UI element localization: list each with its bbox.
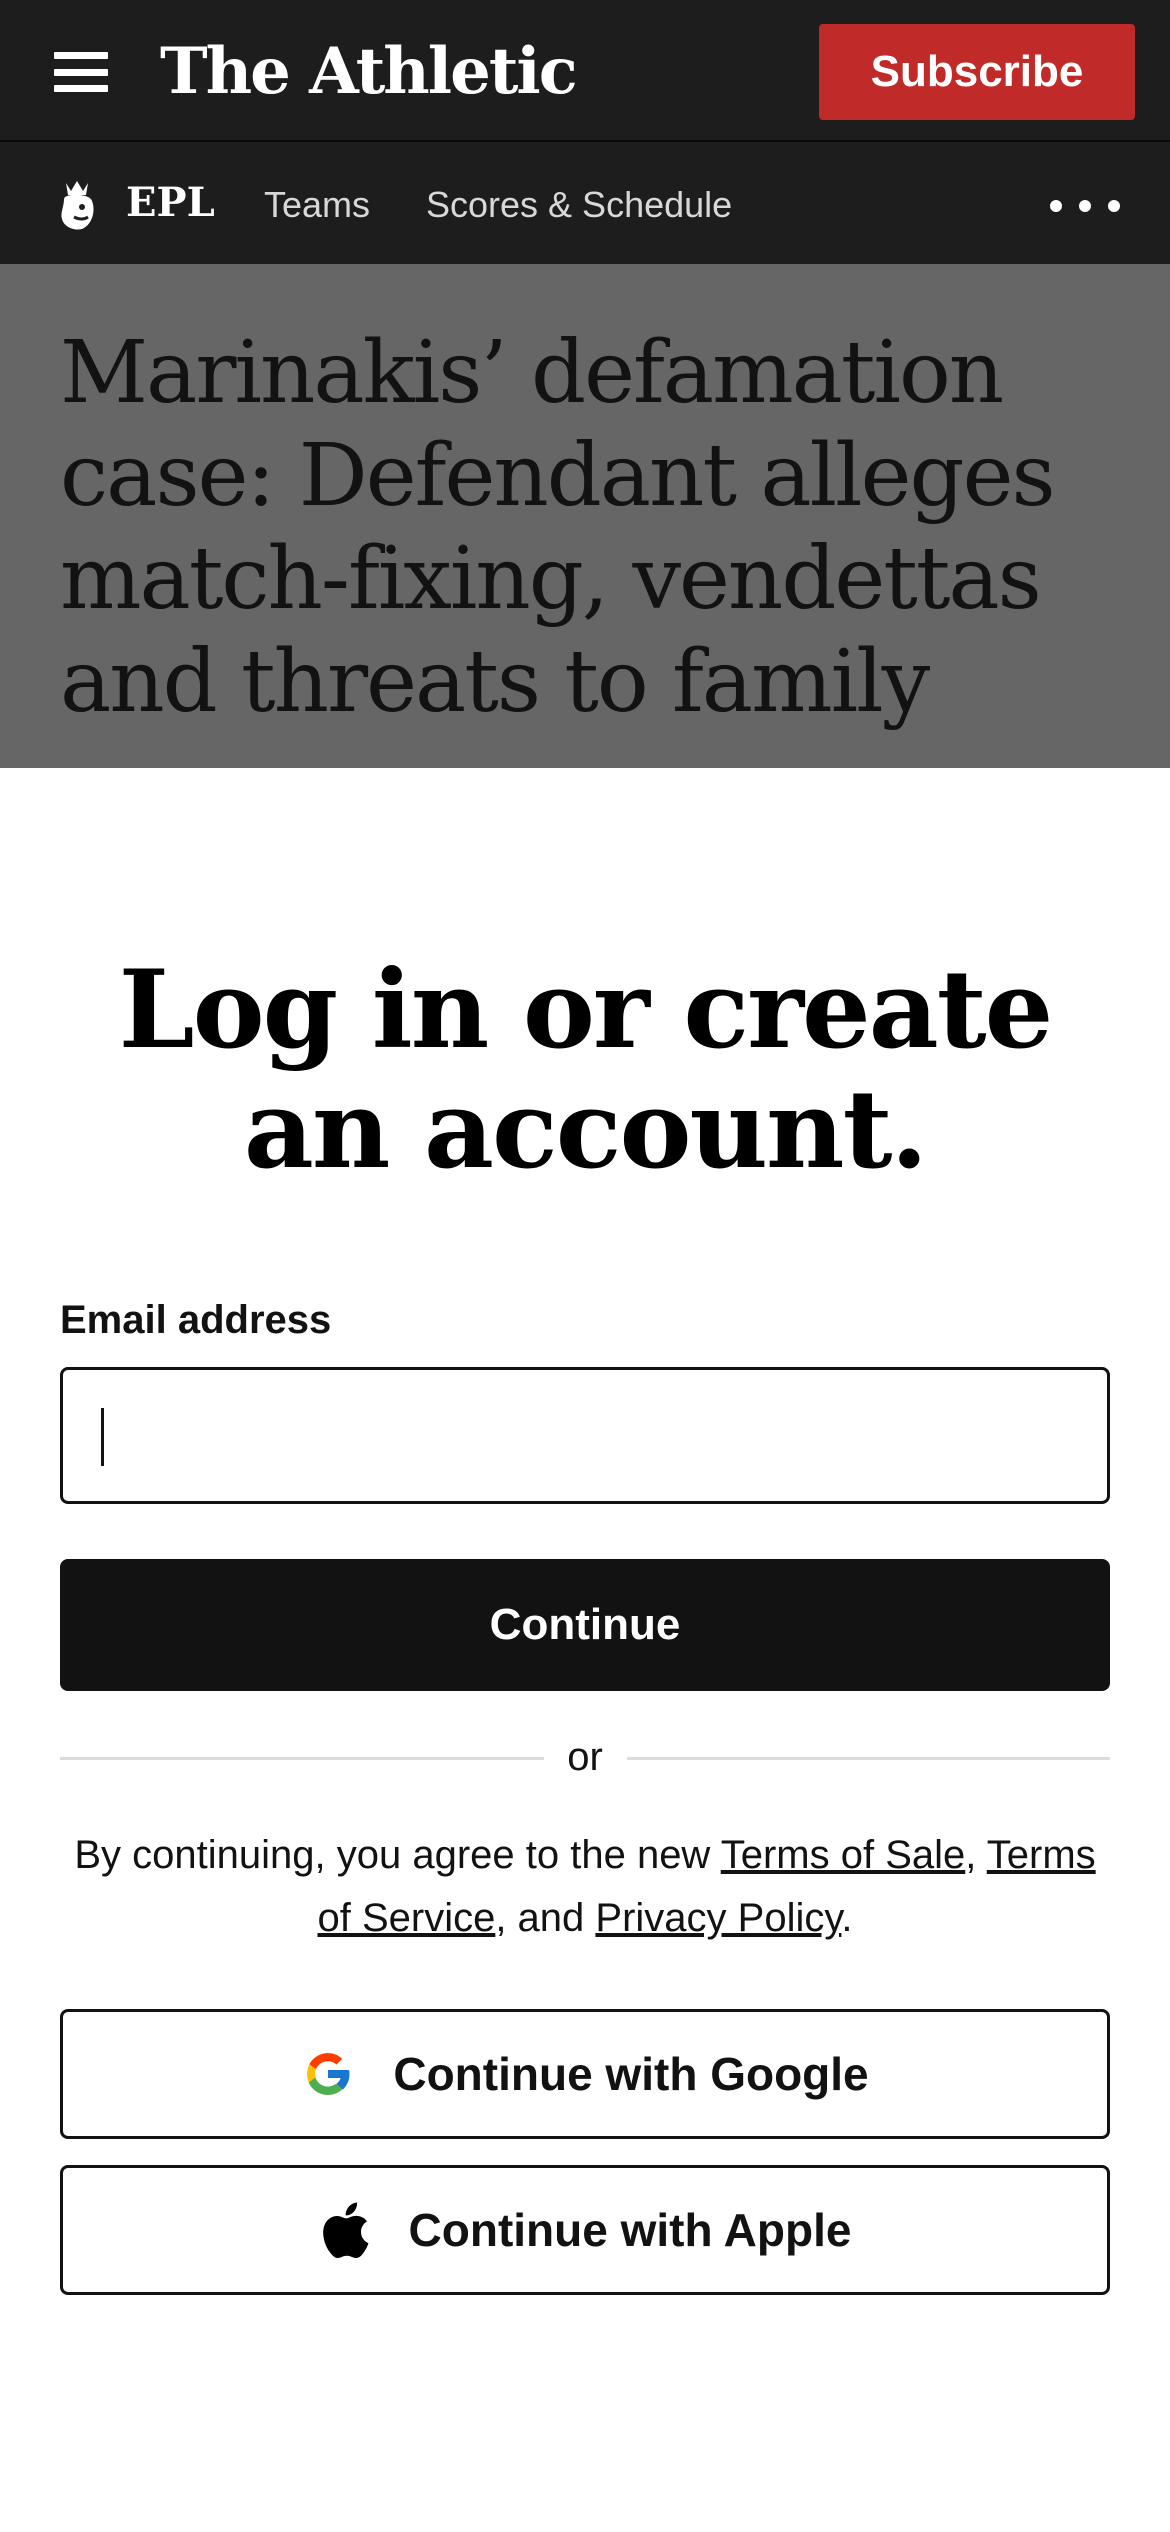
subscribe-button[interactable]: Subscribe (819, 24, 1135, 120)
article-headline: Marinakis’ defamation case: Defendant al… (60, 323, 1056, 732)
legal-separator: , and (495, 1896, 596, 1940)
divider-line (627, 1757, 1110, 1760)
text-cursor (101, 1408, 104, 1466)
league-name[interactable]: EPL (126, 178, 215, 228)
privacy-policy-link[interactable]: Privacy Policy (595, 1896, 841, 1940)
divider-line (60, 1757, 544, 1760)
menu-icon-bar (54, 85, 108, 92)
dot (1108, 200, 1120, 212)
legal-separator: , (965, 1833, 987, 1877)
nav-scores-schedule-link[interactable]: Scores & Schedule (426, 182, 732, 228)
continue-with-apple-button[interactable]: Continue with Apple (60, 2165, 1110, 2295)
email-field-container[interactable] (60, 1367, 1110, 1504)
article-header-overlay: Marinakis’ defamation case: Defendant al… (0, 264, 1170, 768)
site-logo[interactable]: The Athletic (160, 34, 578, 110)
more-dots-icon[interactable] (1050, 200, 1120, 212)
continue-button[interactable]: Continue (60, 1559, 1110, 1691)
google-icon (301, 2047, 355, 2101)
premier-league-lion-icon[interactable] (52, 177, 102, 231)
menu-icon-bar (54, 52, 108, 59)
apple-button-label: Continue with Apple (408, 2204, 852, 2256)
legal-suffix: . (841, 1896, 853, 1940)
legal-notice: By continuing, you agree to the new Term… (60, 1824, 1110, 1950)
dot (1079, 200, 1091, 212)
login-title: Log in or create an account. (118, 947, 1054, 1193)
google-button-label: Continue with Google (393, 2048, 869, 2100)
dot (1050, 200, 1062, 212)
menu-icon-bar (54, 68, 108, 76)
continue-with-google-button[interactable]: Continue with Google (60, 2009, 1110, 2139)
apple-icon (319, 2200, 371, 2260)
league-nav: EPL Teams Scores & Schedule (0, 142, 1170, 264)
top-header: The Athletic Subscribe (0, 0, 1170, 142)
nav-teams-link[interactable]: Teams (264, 182, 370, 228)
menu-icon[interactable] (54, 52, 108, 92)
legal-prefix: By continuing, you agree to the new (74, 1833, 721, 1877)
or-separator: or (567, 1735, 603, 1779)
terms-of-sale-link[interactable]: Terms of Sale (721, 1833, 966, 1877)
email-field[interactable] (63, 1370, 1107, 1501)
email-label: Email address (60, 1298, 332, 1342)
